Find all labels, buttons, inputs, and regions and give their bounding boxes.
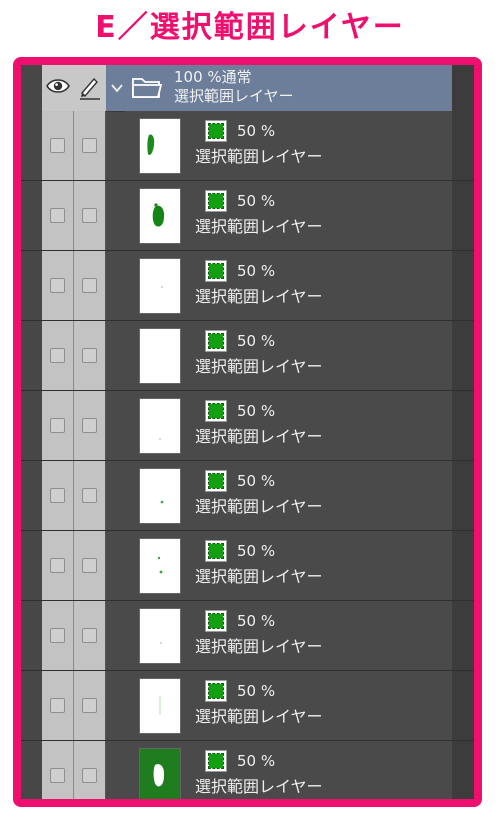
visibility-checkbox[interactable] — [50, 698, 65, 713]
layer-info[interactable]: 50 % 選択範囲レイヤー — [125, 461, 452, 530]
layer-row[interactable]: 50 % 選択範囲レイヤー — [21, 321, 474, 391]
layer-row[interactable]: 50 % 選択範囲レイヤー — [21, 741, 474, 799]
lock-checkbox[interactable] — [82, 418, 97, 433]
layer-name: 選択範囲レイヤー — [195, 777, 323, 796]
visibility-checkbox[interactable] — [50, 208, 65, 223]
layer-name: 選択範囲レイヤー — [195, 147, 323, 166]
visibility-checkbox[interactable] — [50, 138, 65, 153]
lock-checkbox[interactable] — [82, 278, 97, 293]
layer-info[interactable]: 50 % 選択範囲レイヤー — [125, 671, 452, 740]
layer-thumbnail — [139, 398, 181, 454]
folder-layer-row[interactable]: 100 %通常 選択範囲レイヤー — [106, 65, 452, 112]
layer-opacity: 50 % — [237, 612, 276, 630]
layer-thumbnail — [139, 608, 181, 664]
layer-info[interactable]: 50 % 選択範囲レイヤー — [125, 601, 452, 670]
selection-layer-icon — [205, 260, 227, 282]
layer-thumbnail — [139, 258, 181, 314]
lock-checkbox[interactable] — [82, 698, 97, 713]
layer-info[interactable]: 50 % 選択範囲レイヤー — [125, 181, 452, 250]
layer-info[interactable]: 50 % 選択範囲レイヤー — [125, 391, 452, 460]
layer-name: 選択範囲レイヤー — [195, 707, 323, 726]
layer-thumbnail — [139, 188, 181, 244]
layer-opacity: 50 % — [237, 682, 276, 700]
layer-row[interactable]: 50 % 選択範囲レイヤー — [21, 671, 474, 741]
page-heading: E／選択範囲レイヤー — [95, 10, 405, 45]
layer-row[interactable]: 50 % 選択範囲レイヤー — [21, 461, 474, 531]
lock-checkbox[interactable] — [82, 208, 97, 223]
layer-opacity: 50 % — [237, 402, 276, 420]
layer-name: 選択範囲レイヤー — [195, 357, 323, 376]
layer-thumbnail — [139, 328, 181, 384]
visibility-checkbox[interactable] — [50, 348, 65, 363]
folder-opacity-blend: 100 %通常 — [174, 68, 252, 86]
visibility-checkbox[interactable] — [50, 278, 65, 293]
selection-layer-icon — [205, 190, 227, 212]
layer-name: 選択範囲レイヤー — [195, 567, 323, 586]
layer-row[interactable]: 50 % 選択範囲レイヤー — [21, 251, 474, 321]
lock-checkbox[interactable] — [82, 348, 97, 363]
column-header-icons — [42, 65, 106, 111]
folder-name: 選択範囲レイヤー — [174, 87, 294, 105]
selection-layer-icon — [205, 120, 227, 142]
lock-checkbox[interactable] — [82, 558, 97, 573]
layer-thumbnail — [139, 748, 181, 799]
lock-checkbox[interactable] — [82, 768, 97, 783]
selection-layer-icon — [205, 750, 227, 772]
layer-name: 選択範囲レイヤー — [195, 497, 323, 516]
layer-opacity: 50 % — [237, 192, 276, 210]
layer-row[interactable]: 50 % 選択範囲レイヤー — [21, 601, 474, 671]
visibility-checkbox[interactable] — [50, 418, 65, 433]
layer-thumbnail — [139, 678, 181, 734]
selection-layer-icon — [205, 680, 227, 702]
layer-info[interactable]: 50 % 選択範囲レイヤー — [125, 321, 452, 390]
layer-name: 選択範囲レイヤー — [195, 287, 323, 306]
pen-icon[interactable] — [77, 74, 103, 100]
layer-opacity: 50 % — [237, 262, 276, 280]
selection-layer-icon — [205, 610, 227, 632]
layer-info[interactable]: 50 % 選択範囲レイヤー — [125, 111, 452, 180]
folder-icon — [132, 78, 163, 98]
visibility-checkbox[interactable] — [50, 488, 65, 503]
selection-layer-icon — [205, 400, 227, 422]
lock-checkbox[interactable] — [82, 488, 97, 503]
layer-name: 選択範囲レイヤー — [195, 427, 323, 446]
eye-icon[interactable] — [45, 76, 71, 96]
layer-row[interactable]: 50 % 選択範囲レイヤー — [21, 391, 474, 461]
selection-layer-icon — [205, 330, 227, 352]
layer-info[interactable]: 50 % 選択範囲レイヤー — [125, 531, 452, 600]
layer-info[interactable]: 50 % 選択範囲レイヤー — [125, 251, 452, 320]
layer-row[interactable]: 50 % 選択範囲レイヤー — [21, 181, 474, 251]
visibility-checkbox[interactable] — [50, 628, 65, 643]
chevron-down-icon[interactable] — [110, 81, 124, 95]
layer-opacity: 50 % — [237, 542, 276, 560]
layer-thumbnail — [139, 538, 181, 594]
selection-layer-icon — [205, 470, 227, 492]
layer-opacity: 50 % — [237, 472, 276, 490]
layer-thumbnail — [139, 118, 181, 174]
layer-opacity: 50 % — [237, 752, 276, 770]
lock-checkbox[interactable] — [82, 138, 97, 153]
layer-row[interactable]: 50 % 選択範囲レイヤー — [21, 111, 474, 181]
highlight-frame: 100 %通常 選択範囲レイヤー 50 % 選択範囲レイヤー 50 % 選択範囲… — [13, 57, 482, 807]
visibility-checkbox[interactable] — [50, 768, 65, 783]
lock-checkbox[interactable] — [82, 628, 97, 643]
layer-info[interactable]: 50 % 選択範囲レイヤー — [125, 741, 452, 799]
layer-opacity: 50 % — [237, 122, 276, 140]
visibility-checkbox[interactable] — [50, 558, 65, 573]
layer-row[interactable]: 50 % 選択範囲レイヤー — [21, 531, 474, 601]
selection-layer-icon — [205, 540, 227, 562]
layer-name: 選択範囲レイヤー — [195, 217, 323, 236]
layer-panel: 100 %通常 選択範囲レイヤー 50 % 選択範囲レイヤー 50 % 選択範囲… — [21, 65, 474, 799]
layer-thumbnail — [139, 468, 181, 524]
layer-name: 選択範囲レイヤー — [195, 637, 323, 656]
layer-opacity: 50 % — [237, 332, 276, 350]
layer-list: 50 % 選択範囲レイヤー 50 % 選択範囲レイヤー 50 % 選択範囲レイヤ… — [21, 111, 474, 799]
